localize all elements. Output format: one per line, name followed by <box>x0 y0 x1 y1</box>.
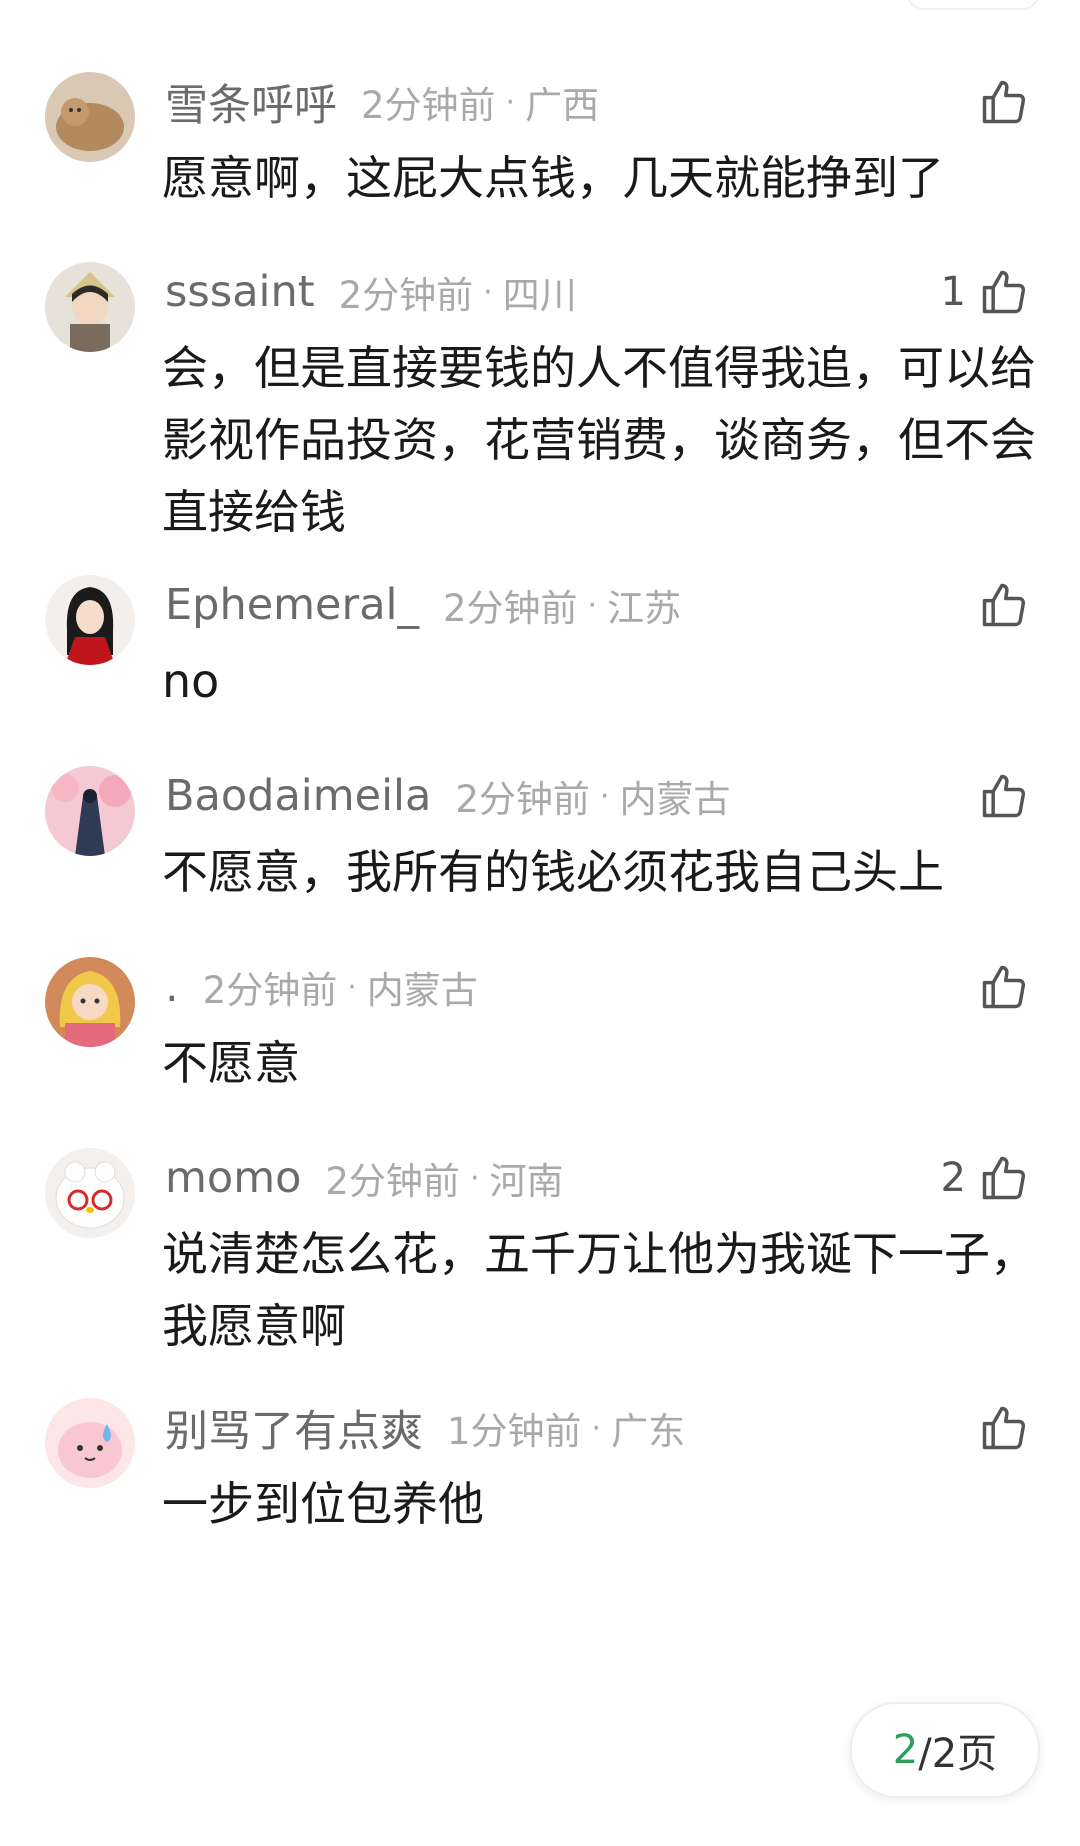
thumbs-up-icon[interactable] <box>978 1152 1030 1204</box>
thumbs-up-icon[interactable] <box>978 770 1030 822</box>
comment-username[interactable]: Ephemeral_ <box>165 580 419 630</box>
avatar[interactable] <box>45 262 135 352</box>
top-pill-edge <box>906 0 1040 10</box>
thumbs-up-icon[interactable] <box>978 579 1030 631</box>
comment-time: 1分钟前 <box>447 1410 582 1453</box>
like-button[interactable] <box>966 1398 1030 1458</box>
comment-text: 说清楚怎么花，五千万让他为我诞下一子，我愿意啊 <box>162 1227 1036 1353</box>
comment-time: 2分钟前 <box>202 969 338 1012</box>
meta-separator: · <box>483 274 493 310</box>
meta-separator: · <box>347 969 357 1005</box>
like-button[interactable]: 1 <box>941 262 1030 322</box>
avatar[interactable] <box>45 766 135 856</box>
comment-text: 一步到位包养他 <box>162 1477 484 1531</box>
like-count: 1 <box>940 269 966 315</box>
meta-separator: · <box>469 1160 480 1196</box>
comment-username[interactable]: Baodaimeila <box>165 771 431 821</box>
like-button[interactable]: 2 <box>941 1148 1030 1208</box>
thumbs-up-icon[interactable] <box>978 266 1030 318</box>
comment-text: 会，但是直接要钱的人不值得我追，可以给影视作品投资，花营销费，谈商务，但不会直接… <box>162 341 1036 539</box>
comment-time: 2分钟前 <box>325 1160 460 1203</box>
comment-text: 不愿意 <box>162 1036 300 1090</box>
comment-text: 愿意啊，这屁大点钱，几天就能挣到了 <box>162 151 944 205</box>
comment-time: 2分钟前 <box>443 587 578 630</box>
comment-username[interactable]: . <box>165 962 179 1012</box>
like-button[interactable] <box>966 766 1030 826</box>
meta-separator: · <box>599 778 610 814</box>
thumbs-up-icon[interactable] <box>978 1402 1030 1454</box>
page-total: /2页 <box>918 1731 998 1777</box>
comment-text: no <box>162 654 220 708</box>
comment-time: 2分钟前 <box>455 778 590 821</box>
comment-location: 内蒙古 <box>366 969 478 1012</box>
comment-username[interactable]: sssaint <box>165 267 315 317</box>
avatar[interactable] <box>45 1148 135 1238</box>
like-button[interactable] <box>966 575 1030 635</box>
avatar[interactable] <box>45 1398 135 1488</box>
thumbs-up-icon[interactable] <box>978 961 1030 1013</box>
page-indicator[interactable]: 2 /2页 <box>850 1702 1040 1798</box>
comment-time: 2分钟前 <box>361 84 496 127</box>
comment-location: 江苏 <box>607 587 682 630</box>
meta-separator: · <box>587 587 598 623</box>
avatar[interactable] <box>45 72 135 162</box>
comment-location: 内蒙古 <box>619 778 731 821</box>
comment-username[interactable]: 雪条呼呼 <box>165 71 337 133</box>
comment-location: 四川 <box>502 274 577 317</box>
comment-username[interactable]: 别骂了有点爽 <box>165 1397 423 1459</box>
like-button[interactable] <box>966 957 1030 1017</box>
page-current: 2 <box>892 1727 919 1773</box>
meta-separator: · <box>591 1410 602 1446</box>
avatar[interactable] <box>45 957 135 1047</box>
thumbs-up-icon[interactable] <box>978 76 1030 128</box>
like-count: 2 <box>940 1155 966 1201</box>
comment-location: 河南 <box>489 1160 564 1203</box>
comment-text: 不愿意，我所有的钱必须花我自己头上 <box>162 845 944 899</box>
comment-time: 2分钟前 <box>338 274 474 317</box>
like-button[interactable] <box>966 72 1030 132</box>
comment-location: 广东 <box>611 1410 686 1453</box>
comment-username[interactable]: momo <box>165 1153 301 1203</box>
avatar[interactable] <box>45 575 135 665</box>
meta-separator: · <box>505 84 516 120</box>
comment-location: 广西 <box>525 84 600 127</box>
